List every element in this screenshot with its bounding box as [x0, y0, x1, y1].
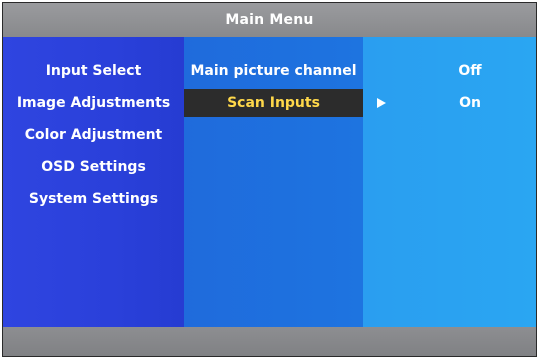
value-main-picture-channel[interactable]: Off: [363, 57, 536, 85]
menu-item-color-adjustment[interactable]: Color Adjustment: [3, 125, 184, 145]
menu-item-system-settings[interactable]: System Settings: [3, 189, 184, 209]
submenu-item-main-picture-channel[interactable]: Main picture channel: [184, 57, 363, 85]
osd-screen: Main Menu Input Select Image Adjustments…: [2, 2, 537, 357]
value-text: Off: [458, 63, 482, 79]
submenu-item-scan-inputs[interactable]: Scan Inputs: [184, 89, 363, 117]
value-column: Off On: [363, 37, 536, 327]
value-text: On: [459, 95, 481, 111]
menu-item-osd-settings[interactable]: OSD Settings: [3, 157, 184, 177]
menu-item-input-select[interactable]: Input Select: [3, 61, 184, 81]
arrow-right-icon: [377, 98, 386, 108]
menu-item-image-adjustments[interactable]: Image Adjustments: [3, 93, 184, 113]
main-menu-column: Input Select Image Adjustments Color Adj…: [3, 37, 184, 327]
menu-title: Main Menu: [3, 3, 536, 37]
bottom-bar: [3, 327, 536, 356]
submenu-column: Main picture channel Scan Inputs: [184, 37, 363, 327]
value-scan-inputs[interactable]: On: [363, 89, 536, 117]
